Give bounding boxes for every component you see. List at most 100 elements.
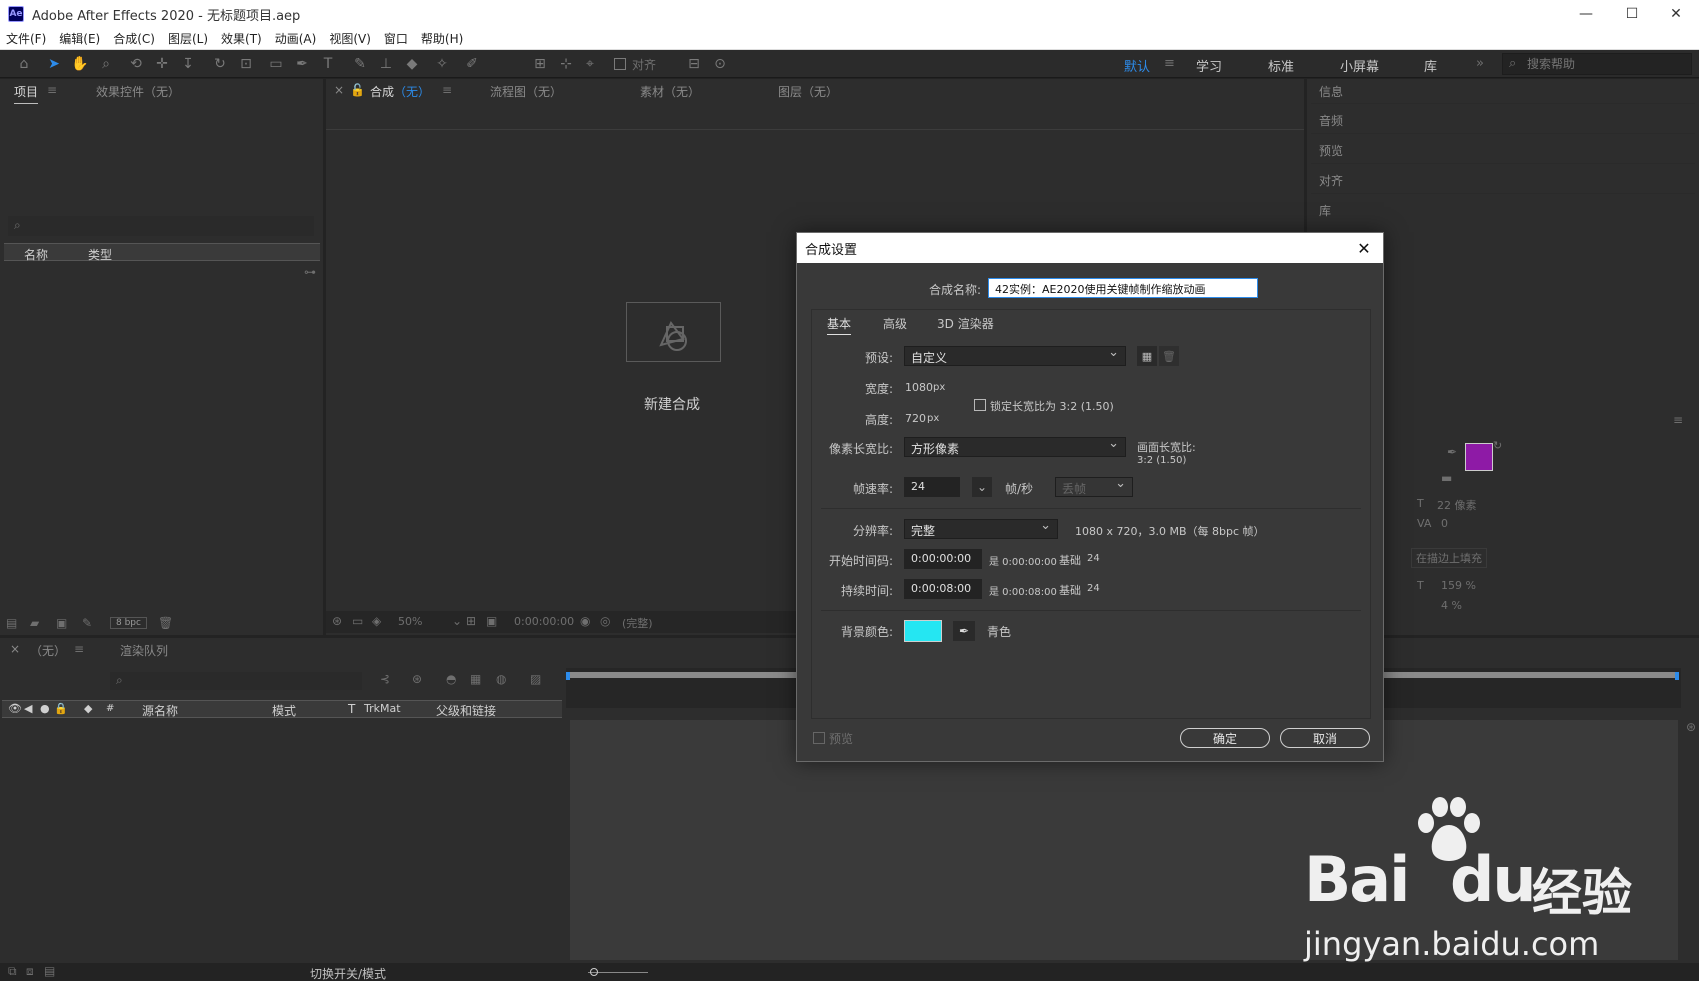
panel-align[interactable]: 对齐	[1319, 172, 1343, 189]
panel-info[interactable]: 信息	[1319, 83, 1343, 100]
tab-effect-controls[interactable]: 效果控件（无）	[96, 83, 180, 100]
toggle-switches-modes-button[interactable]: 切换开关/模式	[310, 965, 386, 981]
workspace-menu-icon[interactable]: ≡	[1164, 56, 1175, 71]
audio-icon[interactable]: ◀	[24, 702, 32, 715]
drop-frame-dropdown[interactable]: 丢帧	[1055, 476, 1133, 497]
close-tab-icon[interactable]: ×	[334, 83, 344, 97]
clone-stamp-tool-icon[interactable]: ⊥	[376, 54, 396, 74]
world-axis-icon[interactable]: ⊹	[556, 54, 576, 74]
trash-icon[interactable]: 🗑	[158, 616, 173, 630]
cancel-button[interactable]: 取消	[1280, 728, 1370, 748]
column-mode[interactable]: 模式	[272, 702, 296, 719]
expand-layer-switches-icon[interactable]: ⧉	[8, 964, 17, 979]
rectangle-tool-icon[interactable]: ▭	[266, 54, 286, 74]
menu-composition[interactable]: 合成(C)	[113, 30, 155, 47]
chevron-down-icon[interactable]: ⌄	[452, 614, 462, 628]
home-icon[interactable]: ⌂	[14, 54, 34, 74]
panel-menu-icon[interactable]: ≡	[47, 83, 57, 97]
column-t[interactable]: T	[348, 702, 355, 716]
solo-icon[interactable]: ●	[40, 702, 50, 715]
workspace-overflow-icon[interactable]: »	[1476, 56, 1484, 71]
tab-composition[interactable]: 合成（无）	[370, 83, 430, 100]
dialog-close-button[interactable]: ✕	[1353, 237, 1375, 259]
none-color-icon[interactable]: ▬	[1441, 471, 1452, 485]
comp-flowchart-icon[interactable]: ⊰	[380, 672, 390, 686]
mask-visibility-icon[interactable]: ◈	[372, 614, 381, 628]
frame-rate-chevron-down-icon[interactable]: ⌄	[972, 477, 992, 497]
duration-input[interactable]: 0:00:08:00	[904, 579, 982, 599]
tab-3d-renderer[interactable]: 3D 渲染器	[937, 315, 994, 332]
panel-menu-icon[interactable]: ≡	[1673, 413, 1683, 427]
anchor-point-tool-icon[interactable]: ⊡	[236, 54, 256, 74]
type-tool-icon[interactable]: T	[318, 54, 338, 74]
panel-menu-icon[interactable]: ≡	[442, 83, 452, 97]
menu-animation[interactable]: 动画(A)	[275, 30, 317, 47]
tab-timeline-none[interactable]: （无）	[30, 642, 66, 659]
close-tab-icon[interactable]: ×	[10, 642, 20, 656]
current-timecode[interactable]: 0:00:00:00	[514, 615, 574, 628]
height-value[interactable]: 720	[905, 412, 926, 425]
eyedropper-icon[interactable]: ✒	[1447, 445, 1457, 459]
column-source-name[interactable]: 源名称	[142, 702, 178, 719]
menu-layer[interactable]: 图层(L)	[168, 30, 208, 47]
tab-render-queue[interactable]: 渲染队列	[120, 642, 168, 659]
resolution-dropdown[interactable]: (完整)	[622, 615, 653, 631]
bit-depth-button[interactable]: 8 bpc	[110, 617, 147, 629]
region-of-interest-icon[interactable]: ▣	[486, 614, 497, 628]
dolly-camera-icon[interactable]: ↧	[178, 54, 198, 74]
zoom-slider-thumb[interactable]	[590, 968, 598, 976]
panel-libraries[interactable]: 库	[1319, 202, 1331, 219]
camera-snapshot-icon[interactable]: ◉	[580, 614, 590, 628]
expand-transfer-controls-icon[interactable]: ⧈	[26, 964, 34, 979]
project-search-box[interactable]: ⌕	[8, 216, 314, 236]
preview-checkbox[interactable]	[813, 732, 825, 744]
tab-footage[interactable]: 素材（无）	[640, 83, 700, 100]
tracking-value[interactable]: 0	[1441, 517, 1448, 530]
column-type[interactable]: 类型	[88, 246, 112, 263]
start-timecode-input[interactable]: 0:00:00:00	[904, 549, 982, 569]
stroke-style-dropdown[interactable]: 在描边上填充	[1411, 548, 1487, 568]
always-preview-icon[interactable]: ⊛	[332, 614, 342, 628]
motion-blur-icon[interactable]: ◍	[496, 672, 506, 686]
minimize-button[interactable]: —	[1563, 0, 1609, 28]
eyedropper-icon[interactable]: ✒	[953, 621, 975, 641]
pen-tool-icon[interactable]: ✒	[292, 54, 312, 74]
close-window-button[interactable]: ✕	[1653, 0, 1699, 28]
workspace-learn[interactable]: 学习	[1196, 56, 1222, 75]
tab-flowchart[interactable]: 流程图（无）	[490, 83, 562, 100]
lock-aspect-checkbox[interactable]	[974, 399, 986, 411]
column-trkmat[interactable]: TrkMat	[364, 702, 401, 715]
menu-view[interactable]: 视图(V)	[329, 30, 371, 47]
work-area-start-handle[interactable]	[566, 672, 570, 680]
new-composition-icon[interactable]: ▣	[56, 616, 67, 630]
interpret-footage-icon[interactable]: ▤	[6, 616, 17, 630]
column-parent-link[interactable]: 父级和链接	[436, 702, 496, 719]
vertical-scale-value[interactable]: 159 %	[1441, 579, 1476, 592]
tab-layer[interactable]: 图层（无）	[778, 83, 838, 100]
snap-checkbox[interactable]	[614, 58, 626, 70]
panel-preview[interactable]: 预览	[1319, 142, 1343, 159]
selection-tool-icon[interactable]: ➤	[44, 54, 64, 74]
fill-color-swatch[interactable]	[1465, 443, 1493, 471]
snap-target-icon[interactable]: ⊙	[710, 54, 730, 74]
menu-file[interactable]: 文件(F)	[6, 30, 46, 47]
tab-project[interactable]: 项目	[14, 83, 39, 104]
pan-camera-icon[interactable]: ✛	[152, 54, 172, 74]
monitor-icon[interactable]: ▭	[352, 614, 363, 628]
new-composition-label[interactable]: 新建合成	[644, 394, 700, 414]
save-preset-icon[interactable]: ▦	[1137, 346, 1157, 366]
frame-blending-icon[interactable]: ▦	[470, 672, 481, 686]
font-size-value[interactable]: 22 像素	[1437, 497, 1477, 513]
snap-options-icon[interactable]: ⊟	[684, 54, 704, 74]
column-name[interactable]: 名称	[24, 246, 48, 263]
tab-advanced[interactable]: 高级	[883, 315, 907, 332]
pixel-aspect-dropdown[interactable]: 方形像素	[904, 436, 1126, 457]
draft-3d-icon[interactable]: ⊛	[412, 672, 422, 686]
ok-button[interactable]: 确定	[1180, 728, 1270, 748]
panel-audio[interactable]: 音频	[1319, 112, 1343, 129]
background-color-swatch[interactable]	[904, 620, 942, 642]
shy-layers-icon[interactable]: ◓	[446, 672, 456, 686]
puppet-pin-tool-icon[interactable]: ✐	[462, 54, 482, 74]
graph-editor-icon[interactable]: ▨	[530, 672, 541, 686]
show-snapshot-icon[interactable]: ◎	[600, 614, 610, 628]
